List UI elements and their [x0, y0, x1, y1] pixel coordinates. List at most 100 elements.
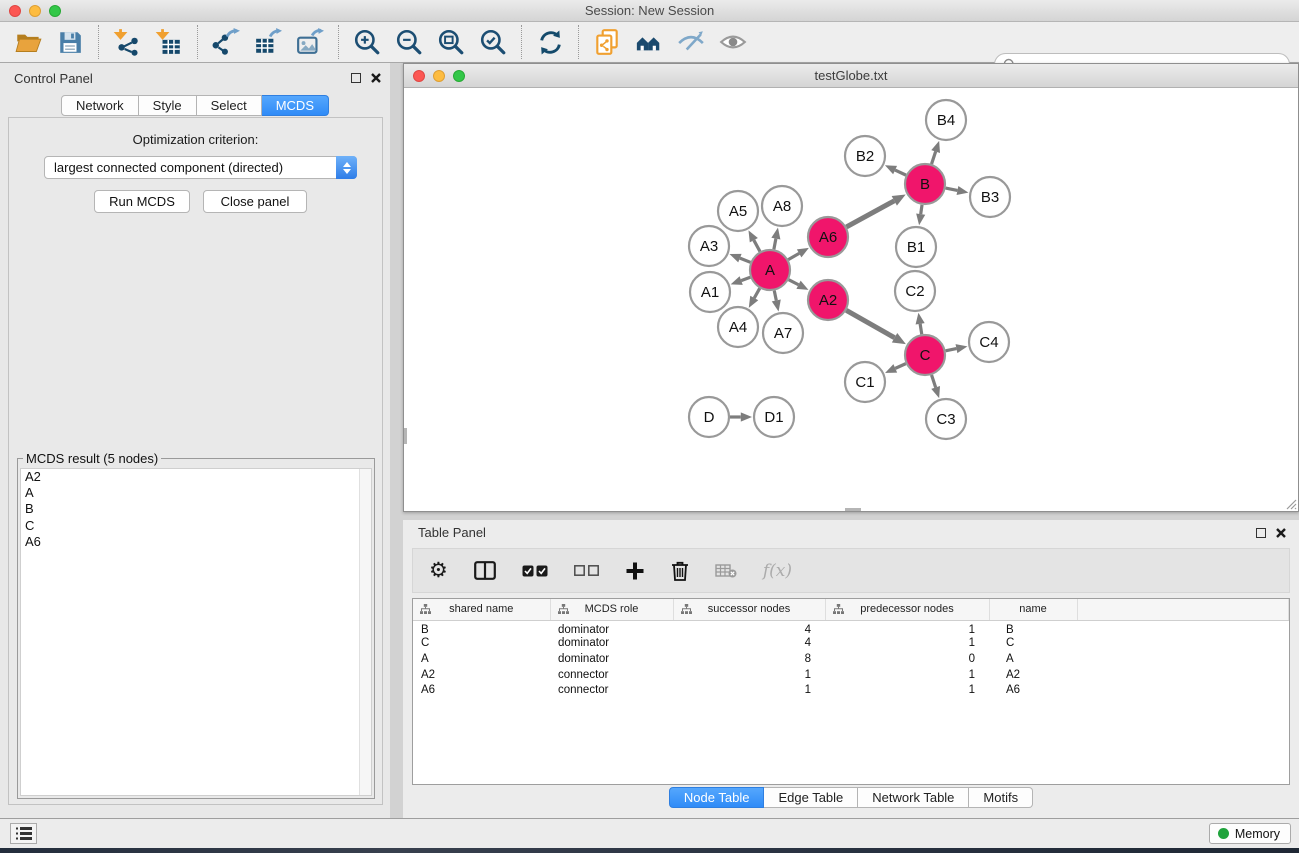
open-session-icon[interactable] — [14, 28, 42, 56]
table-cell[interactable]: B — [413, 620, 550, 636]
refresh-icon[interactable] — [536, 28, 564, 56]
table-row[interactable]: A6connector11A6 — [413, 682, 1289, 698]
graph-edge-B-B2[interactable] — [895, 170, 906, 175]
table-cell[interactable]: 4 — [673, 620, 825, 636]
show-all-icon[interactable] — [719, 28, 747, 56]
minimize-window-icon[interactable] — [433, 70, 445, 82]
minimize-window-icon[interactable] — [29, 5, 41, 17]
scrollbar-track[interactable] — [359, 469, 371, 795]
hide-selected-icon[interactable] — [677, 28, 705, 56]
mcds-result-list[interactable]: A2ABCA6 — [20, 468, 372, 796]
network-window-controls[interactable] — [413, 70, 465, 82]
graph-edge-A-A3[interactable] — [740, 258, 751, 262]
mcds-result-item[interactable]: A6 — [21, 534, 371, 550]
table-cell[interactable]: dominator — [550, 636, 673, 652]
table-cell[interactable]: A6 — [413, 682, 550, 698]
create-column-plus-icon[interactable] — [625, 561, 645, 581]
graph-edge-A-A6[interactable] — [788, 253, 799, 259]
table-cell[interactable]: 1 — [825, 682, 989, 698]
column-header[interactable]: shared name — [413, 599, 550, 620]
mcds-result-item[interactable]: A2 — [21, 469, 371, 485]
mcds-result-item[interactable]: C — [21, 518, 371, 534]
graph-edge-A-A5[interactable] — [754, 240, 760, 251]
zoom-selected-icon[interactable] — [479, 28, 507, 56]
table-cell[interactable]: 1 — [673, 667, 825, 683]
close-panel-icon[interactable] — [370, 72, 382, 84]
window-controls[interactable] — [9, 5, 61, 17]
zoom-fit-icon[interactable] — [437, 28, 465, 56]
zoom-in-icon[interactable] — [353, 28, 381, 56]
graph-edge-C-C4[interactable] — [946, 349, 957, 351]
tab-edge-table[interactable]: Edge Table — [764, 787, 858, 808]
show-column-panel-icon[interactable] — [474, 561, 496, 580]
node-table[interactable]: shared nameMCDS rolesuccessor nodesprede… — [412, 598, 1290, 785]
table-cell[interactable]: 1 — [673, 682, 825, 698]
table-cell[interactable]: 4 — [673, 636, 825, 652]
table-cell[interactable]: C — [413, 636, 550, 652]
table-cell[interactable]: A6 — [989, 682, 1077, 698]
float-panel-icon[interactable] — [1256, 528, 1266, 538]
graph-edge-C-C2[interactable] — [920, 324, 922, 334]
table-cell[interactable]: A — [413, 651, 550, 667]
tab-network[interactable]: Network — [61, 95, 139, 116]
table-cell[interactable]: C — [989, 636, 1077, 652]
graph-edge-B-B3[interactable] — [946, 188, 958, 190]
table-settings-gear-icon[interactable]: ⚙ — [429, 560, 448, 581]
table-cell[interactable]: connector — [550, 667, 673, 683]
memory-button[interactable]: Memory — [1209, 823, 1291, 844]
select-all-columns-icon[interactable] — [522, 565, 548, 577]
run-mcds-button[interactable]: Run MCDS — [94, 190, 190, 213]
table-cell[interactable]: B — [989, 620, 1077, 636]
graph-edge-A6-B[interactable] — [846, 201, 894, 227]
graph-edge-B-B1[interactable] — [921, 205, 922, 214]
table-cell[interactable]: 1 — [825, 667, 989, 683]
graph-edge-A-A1[interactable] — [741, 277, 750, 280]
network-window-titlebar[interactable]: testGlobe.txt — [404, 64, 1298, 88]
network-canvas[interactable]: AA1A2A3A4A5A6A7A8BB1B2B3B4CC1C2C3C4DD1 — [404, 88, 1298, 511]
table-cell[interactable]: A2 — [989, 667, 1077, 683]
zoom-window-icon[interactable] — [453, 70, 465, 82]
tab-node-table[interactable]: Node Table — [669, 787, 765, 808]
export-image-icon[interactable] — [296, 28, 324, 56]
graph-edge-C-C3[interactable] — [932, 375, 936, 388]
table-row[interactable]: Cdominator41C — [413, 636, 1289, 652]
graph-edge-C-C1[interactable] — [895, 364, 906, 369]
graph-edge-A-A7[interactable] — [774, 291, 776, 301]
graph-edge-B-B4[interactable] — [932, 152, 936, 165]
save-session-icon[interactable] — [56, 28, 84, 56]
table-cell[interactable]: 8 — [673, 651, 825, 667]
tab-network-table[interactable]: Network Table — [858, 787, 969, 808]
close-window-icon[interactable] — [9, 5, 21, 17]
table-cell[interactable]: A — [989, 651, 1077, 667]
table-cell[interactable]: A2 — [413, 667, 550, 683]
table-row[interactable]: Bdominator41B — [413, 620, 1289, 636]
graph-edge-A-A8[interactable] — [774, 239, 776, 250]
task-history-button[interactable] — [10, 823, 37, 844]
zoom-window-icon[interactable] — [49, 5, 61, 17]
table-cell[interactable]: connector — [550, 682, 673, 698]
function-builder-icon[interactable]: f(x) — [763, 561, 792, 581]
column-header[interactable]: predecessor nodes — [825, 599, 989, 620]
delete-column-trash-icon[interactable] — [671, 561, 689, 581]
resize-grip-icon[interactable] — [1284, 497, 1297, 510]
table-cell[interactable]: 1 — [825, 636, 989, 652]
table-cell[interactable]: 1 — [825, 620, 989, 636]
mcds-result-item[interactable]: B — [21, 501, 371, 517]
table-row[interactable]: Adominator80A — [413, 651, 1289, 667]
criterion-select[interactable]: largest connected component (directed) — [44, 156, 357, 179]
tab-select[interactable]: Select — [197, 95, 262, 116]
graph-edge-A-A2[interactable] — [789, 280, 799, 285]
export-table-icon[interactable] — [254, 28, 282, 56]
zoom-out-icon[interactable] — [395, 28, 423, 56]
import-network-icon[interactable] — [113, 28, 141, 56]
graph-edge-A2-C[interactable] — [846, 310, 894, 337]
clone-network-icon[interactable] — [593, 28, 621, 56]
tab-mcds[interactable]: MCDS — [262, 95, 329, 116]
table-cell[interactable]: dominator — [550, 620, 673, 636]
table-cell[interactable]: dominator — [550, 651, 673, 667]
column-header[interactable]: successor nodes — [673, 599, 825, 620]
tab-motifs[interactable]: Motifs — [969, 787, 1033, 808]
first-neighbors-icon[interactable] — [635, 28, 663, 56]
close-panel-icon[interactable] — [1275, 527, 1287, 539]
close-panel-button[interactable]: Close panel — [203, 190, 307, 213]
